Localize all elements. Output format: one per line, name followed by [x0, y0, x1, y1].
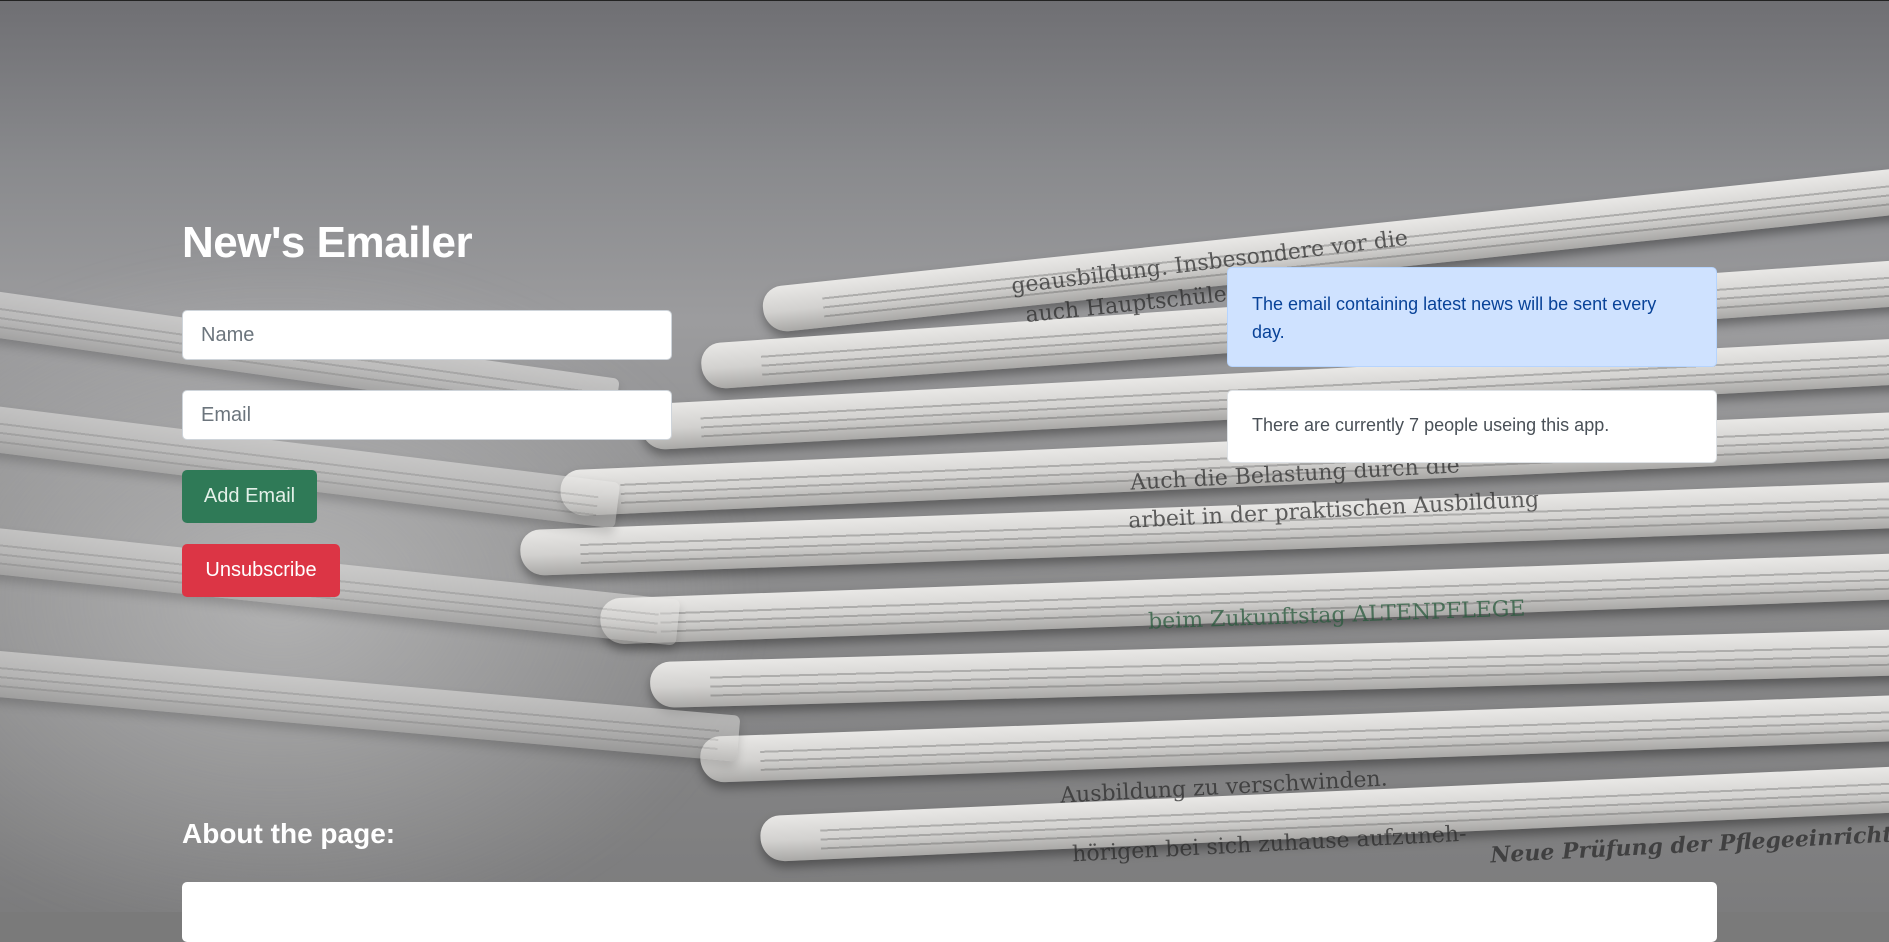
- user-count-text: There are currently 7 people useing this…: [1252, 415, 1610, 435]
- schedule-alert: The email containing latest news will be…: [1227, 267, 1717, 367]
- page-title: New's Emailer: [182, 218, 473, 267]
- newspaper-fold: [649, 627, 1889, 709]
- name-input[interactable]: [182, 310, 672, 360]
- newspaper-fold: [699, 693, 1889, 783]
- user-count-card: There are currently 7 people useing this…: [1227, 390, 1717, 463]
- add-email-button[interactable]: Add Email: [182, 470, 317, 523]
- email-input[interactable]: [182, 390, 672, 440]
- top-border: [0, 0, 1889, 1]
- unsubscribe-button[interactable]: Unsubscribe: [182, 544, 340, 597]
- about-card: [182, 882, 1717, 942]
- schedule-text: The email containing latest news will be…: [1252, 294, 1657, 342]
- about-heading: About the page:: [182, 818, 396, 849]
